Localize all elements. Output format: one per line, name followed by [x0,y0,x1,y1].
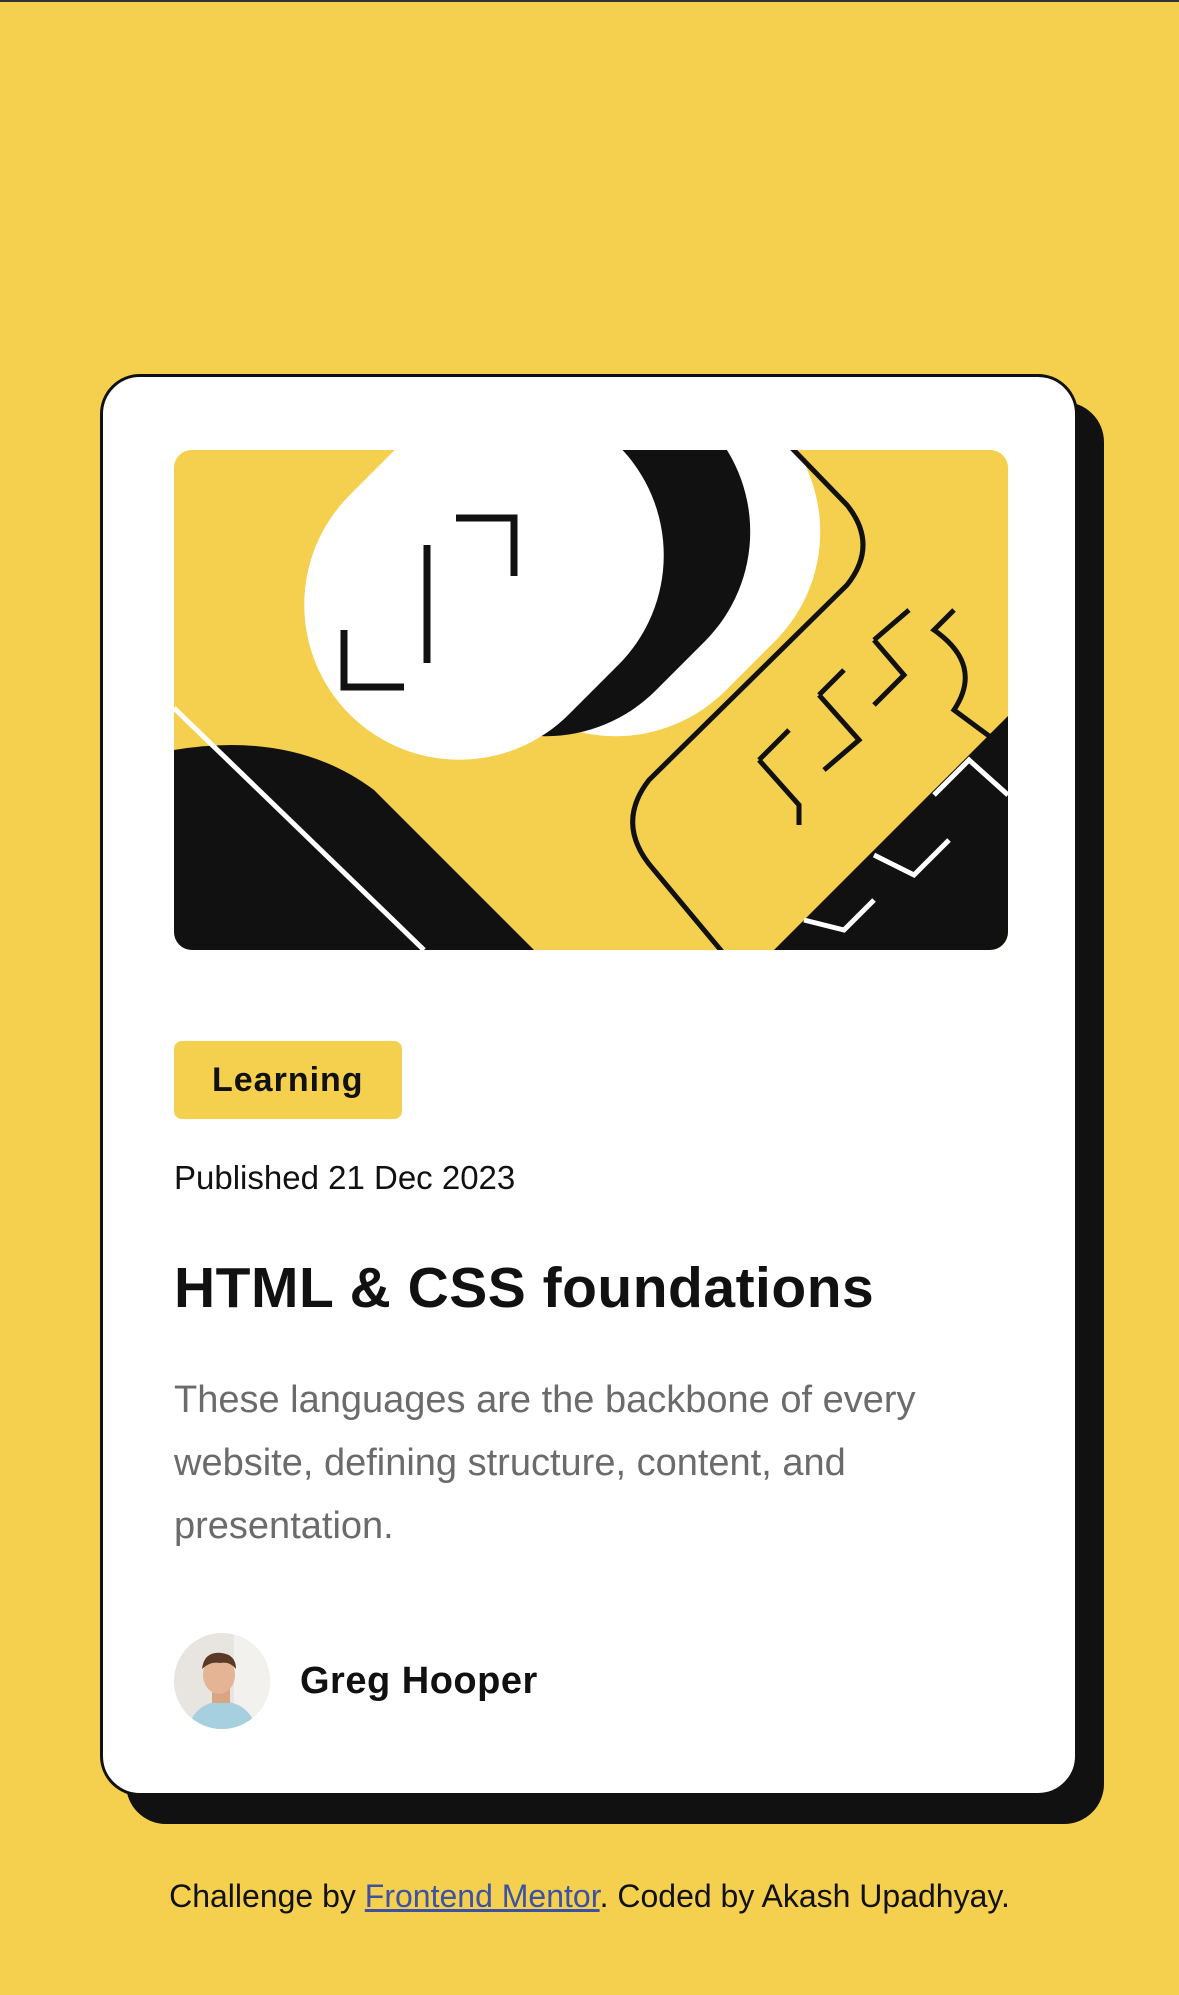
avatar-image [174,1633,270,1729]
footer-prefix: Challenge by [169,1878,365,1914]
blog-preview-card: Learning Published 21 Dec 2023 HTML & CS… [100,374,1078,1796]
hero-illustration [174,450,1008,950]
illustration-graphic [174,450,1008,950]
frontend-mentor-link[interactable]: Frontend Mentor [365,1878,600,1914]
category-tag: Learning [174,1041,402,1119]
author: Greg Hooper [174,1633,538,1729]
avatar [174,1633,270,1729]
published-date: Published 21 Dec 2023 [174,1159,516,1196]
attribution-footer: Challenge by Frontend Mentor. Coded by A… [0,1878,1179,1915]
card-title[interactable]: HTML & CSS foundations [174,1255,874,1321]
author-name: Greg Hooper [300,1659,538,1702]
footer-suffix: . Coded by Akash Upadhyay. [599,1878,1010,1914]
card-description: These languages are the backbone of ever… [174,1379,916,1547]
